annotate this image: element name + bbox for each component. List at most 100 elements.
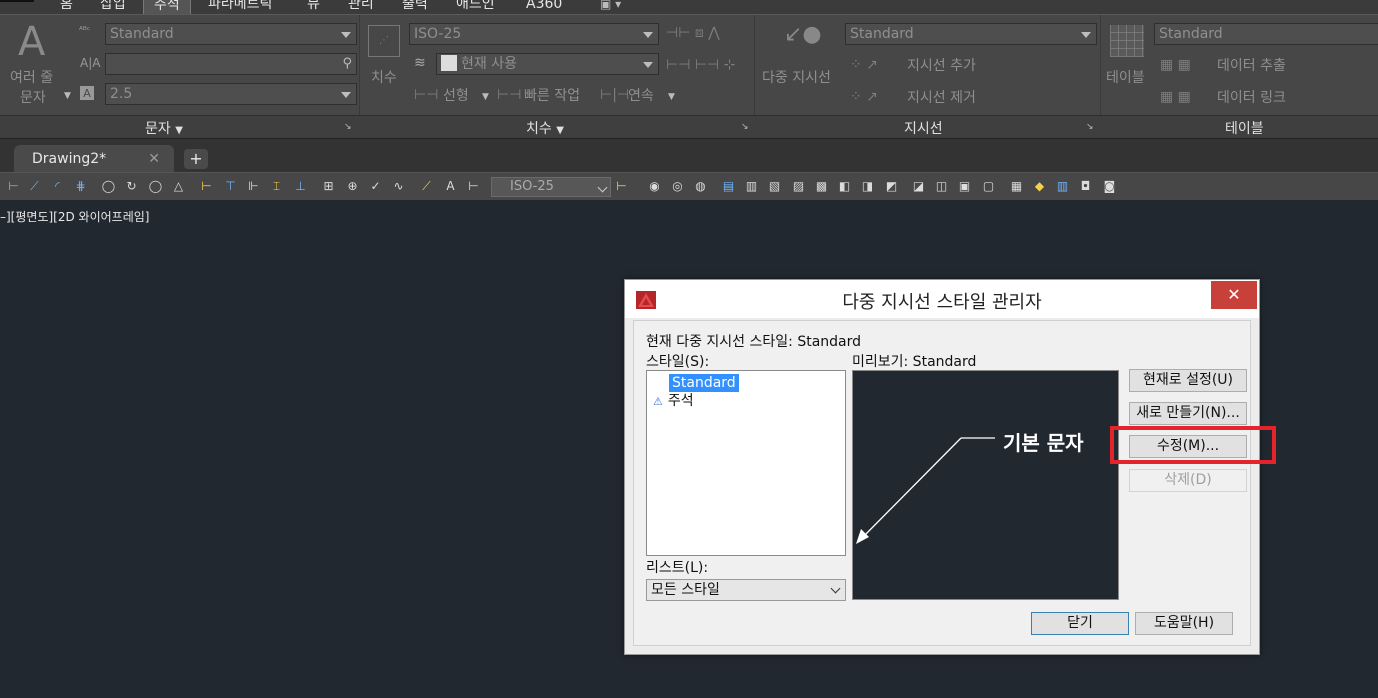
viewport-controls[interactable]: –][평면도][2D 와이어프레임] — [0, 208, 149, 225]
tab-parametric[interactable]: 파라메트릭 — [208, 0, 272, 14]
dialog-close-button[interactable]: ✕ — [1211, 281, 1257, 309]
data-extract-label[interactable]: 데이터 추출 — [1217, 57, 1286, 75]
view-front-icon[interactable]: ▩ — [813, 178, 830, 195]
tolerance-icon[interactable]: ⊞ — [320, 178, 337, 195]
tab-annotate[interactable]: 주석 — [143, 0, 191, 14]
linear-dim-icon[interactable]: ⊢⊣ — [414, 87, 438, 103]
view-ne-icon[interactable]: ◪ — [910, 178, 927, 195]
table-icon[interactable] — [1110, 25, 1144, 57]
visual-style-icon[interactable]: ◉ — [646, 178, 663, 195]
help-button[interactable]: 도움말(H) — [1135, 612, 1233, 635]
quick-dim-icon[interactable]: ⊢ — [198, 178, 215, 195]
view-left-icon[interactable]: ▧ — [766, 178, 783, 195]
tab-insert[interactable]: 삽입 — [100, 0, 126, 14]
dialog-launcher-icon[interactable]: ↘ — [344, 122, 352, 132]
continue-dim-icon[interactable]: ⊢|⊣ — [600, 87, 629, 103]
dialog-launcher-icon[interactable]: ↘ — [741, 122, 749, 132]
chevron-down-icon[interactable]: ▼ — [668, 89, 675, 105]
view-sw-icon[interactable]: ◨ — [859, 178, 876, 195]
new-style-button[interactable]: 새로 만들기(N)... — [1129, 402, 1247, 425]
multiline-text-dropdown-icon[interactable]: ▼ — [64, 87, 71, 105]
find-text-input[interactable]: ⚲ — [105, 53, 357, 75]
linear-dim-label[interactable]: 선형 — [443, 87, 469, 105]
quick-dim-label[interactable]: 빠른 작업 — [524, 87, 580, 105]
tab-view[interactable]: 뷰 — [307, 0, 320, 14]
material-icon[interactable]: ▥ — [1054, 178, 1071, 195]
dim-tool-icon[interactable]: ⊣⊢ ⧈ ⋀ — [666, 25, 720, 41]
jogged-icon[interactable]: ↻ — [123, 178, 140, 195]
dialog-launcher-icon[interactable]: ↘ — [1086, 122, 1094, 132]
ucs-icon[interactable]: ▣ — [956, 178, 973, 195]
angular-icon[interactable]: △ — [170, 178, 187, 195]
dim-layer-combo[interactable]: 현재 사용 — [436, 53, 659, 75]
visual-style-3-icon[interactable]: ◍ — [692, 178, 709, 195]
render-window-icon[interactable]: ◙ — [1101, 178, 1118, 195]
light-icon[interactable]: ◆ — [1031, 178, 1048, 195]
list-filter-select[interactable]: 모든 스타일 — [646, 579, 846, 601]
style-list-item-standard[interactable]: Standard — [669, 374, 739, 392]
leader-align-icon[interactable]: ⁘ ↗ — [850, 57, 878, 73]
dimension-icon[interactable]: ⋰ — [368, 25, 400, 57]
dim-style-icon[interactable]: ⊢ — [613, 178, 630, 195]
space-icon[interactable]: ⌶ — [268, 178, 285, 195]
dim-style-combo[interactable]: ISO-25 — [409, 23, 659, 45]
multiline-text-icon[interactable]: A — [18, 19, 45, 65]
leader-collect-icon[interactable]: ⁘ ↗ — [850, 89, 878, 105]
set-current-button[interactable]: 현재로 설정(U) — [1129, 369, 1247, 392]
diameter-icon[interactable]: ◯ — [147, 178, 164, 195]
linear-dim-icon[interactable]: ⊢ — [5, 178, 22, 195]
delete-button[interactable]: 삭제(D) — [1129, 469, 1247, 492]
new-tab-button[interactable]: + — [184, 149, 208, 169]
view-back-icon[interactable]: ◧ — [836, 178, 853, 195]
remove-leader-label[interactable]: 지시선 제거 — [907, 89, 976, 107]
table-label[interactable]: 테이블 — [1106, 69, 1145, 87]
baseline-icon[interactable]: ⊤ — [222, 178, 239, 195]
view-top-icon[interactable]: ▤ — [720, 178, 737, 195]
render-icon[interactable]: ▦ — [1008, 178, 1025, 195]
radius-icon[interactable]: ◯ — [100, 178, 117, 195]
quick-dim-icon[interactable]: ⊢⊣ — [497, 87, 521, 103]
ordinate-icon[interactable]: ⋕ — [72, 178, 89, 195]
jogged-linear-icon[interactable]: ∿ — [390, 178, 407, 195]
continue-dim-label[interactable]: 연속 — [628, 87, 654, 105]
text-panel-title[interactable]: 문자 ▼ — [145, 118, 183, 138]
style-list[interactable]: Standard ⚠ 주석 — [646, 370, 846, 556]
leader-style-combo[interactable]: Standard — [845, 23, 1097, 45]
tab-a360[interactable]: A360 — [526, 0, 562, 14]
multiline-text-label-bottom[interactable]: 문자 — [20, 89, 46, 107]
visual-style-2-icon[interactable]: ◎ — [669, 178, 686, 195]
dim-panel-title[interactable]: 치수 ▼ — [526, 118, 564, 138]
dim-update-icon[interactable]: ⊢ — [465, 178, 482, 195]
dim-style-select[interactable]: ISO-25 — [491, 177, 611, 197]
document-tab[interactable]: Drawing2* ✕ — [14, 145, 174, 173]
break-icon[interactable]: ⊥ — [292, 178, 309, 195]
dim-break-icon[interactable]: ⊢⊣ ⊢⊣ ⊹ — [666, 57, 735, 73]
text-style-combo[interactable]: Standard — [105, 23, 357, 45]
continue-icon[interactable]: ⊩ — [245, 178, 262, 195]
tab-home[interactable]: 홈 — [60, 0, 73, 14]
view-right-icon[interactable]: ▨ — [790, 178, 807, 195]
ucs-world-icon[interactable]: ▢ — [980, 178, 997, 195]
multiline-text-label-top[interactable]: 여러 줄 — [10, 69, 53, 87]
tab-output[interactable]: 출력 — [402, 0, 428, 14]
multileader-label[interactable]: 다중 지시선 — [762, 69, 831, 87]
table-link-icon[interactable]: ▦ ▦ — [1160, 89, 1191, 105]
add-leader-label[interactable]: 지시선 추가 — [907, 57, 976, 75]
search-icon[interactable]: ⚲ — [342, 54, 352, 74]
close-button[interactable]: 닫기 — [1031, 612, 1129, 635]
center-mark-icon[interactable]: ⊕ — [344, 178, 361, 195]
table-style-combo[interactable]: Standard — [1154, 23, 1378, 45]
tab-manage[interactable]: 관리 — [348, 0, 374, 14]
camera-icon[interactable]: ◘ — [1077, 178, 1094, 195]
arc-length-icon[interactable]: ◜ — [49, 178, 66, 195]
dim-text-edit-icon[interactable]: A — [442, 178, 459, 195]
chevron-down-icon[interactable]: ▼ — [482, 89, 489, 105]
table-tools-icon[interactable]: ▦ ▦ — [1160, 57, 1191, 73]
close-icon[interactable]: ✕ — [148, 145, 160, 173]
tab-addins[interactable]: 애드인 — [456, 0, 495, 14]
style-list-item-annotative[interactable]: ⚠ 주석 — [653, 392, 694, 410]
view-se-icon[interactable]: ◩ — [883, 178, 900, 195]
dim-edit-icon[interactable]: ⟋ — [418, 178, 435, 195]
featured-apps-icon[interactable]: ▣ ▾ — [600, 0, 621, 14]
data-link-label[interactable]: 데이터 링크 — [1217, 89, 1286, 107]
